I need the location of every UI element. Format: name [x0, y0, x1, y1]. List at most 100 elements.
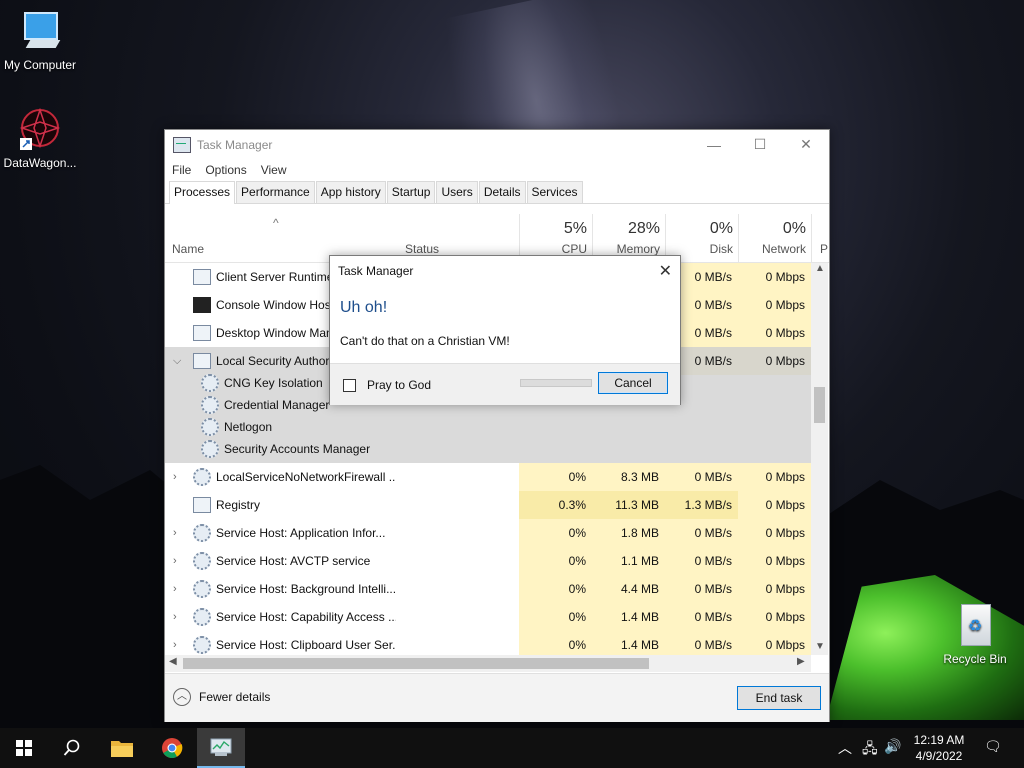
tab-processes[interactable]: Processes [169, 181, 236, 204]
expand-chevron-icon[interactable]: › [173, 555, 177, 567]
column-header-network[interactable]: 0% Network [738, 214, 812, 262]
gear-icon [193, 636, 211, 654]
vertical-scrollbar[interactable]: ▲ ▼ [811, 263, 828, 655]
column-header-name[interactable]: Name [172, 242, 204, 256]
network-cell: 0 Mbps [738, 463, 811, 491]
desktop-icon-datawagon[interactable]: DataWagon... [0, 107, 80, 170]
gear-icon [201, 374, 219, 392]
tab-users[interactable]: Users [436, 181, 478, 203]
maximize-button[interactable]: ☐ [737, 130, 783, 159]
window-title: Task Manager [197, 137, 273, 152]
network-cell: 0 Mbps [738, 519, 811, 547]
tab-strip: Processes Performance App history Startu… [165, 181, 829, 204]
network-icon[interactable]: 🖧 [862, 738, 878, 762]
process-name: Service Host: AVCTP service [216, 554, 371, 568]
scroll-right-arrow-icon[interactable]: ▶ [797, 656, 805, 667]
task-manager-taskbar-button[interactable] [197, 728, 245, 768]
search-button[interactable] [48, 728, 96, 768]
expand-chevron-icon[interactable]: › [173, 639, 177, 651]
end-task-button[interactable]: End task [737, 686, 821, 710]
cpu-cell: 0% [519, 463, 592, 491]
network-percent: 0% [782, 220, 806, 237]
tab-startup[interactable]: Startup [386, 181, 436, 203]
gear-icon [201, 396, 219, 414]
close-button[interactable]: ✕ [783, 130, 829, 159]
table-row[interactable]: › Service Host: Application Infor... 0% … [165, 519, 811, 547]
error-dialog: Task Manager ✕ Uh oh! Can't do that on a… [329, 255, 681, 405]
console-icon [193, 297, 211, 313]
pray-checkbox[interactable] [343, 379, 356, 392]
table-row[interactable]: Registry 0.3% 11.3 MB 1.3 MB/s 0 Mbps [165, 491, 811, 519]
volume-icon[interactable]: 🔊 [884, 738, 901, 755]
table-row[interactable]: › LocalServiceNoNetworkFirewall ... 0% 8… [165, 463, 811, 491]
notifications-icon[interactable]: 🗨 [984, 738, 1002, 755]
clock[interactable]: 12:19 AM 4/9/2022 [904, 732, 974, 764]
vertical-scroll-thumb[interactable] [814, 387, 825, 423]
disk-cell: 0 MB/s [665, 631, 738, 657]
network-label: Network [761, 242, 806, 256]
collapse-chevron-icon[interactable]: ⌵ [173, 355, 181, 368]
desktop-icon-label: My Computer [3, 58, 77, 72]
tab-services[interactable]: Services [526, 181, 583, 203]
expand-chevron-icon[interactable]: › [173, 527, 177, 539]
list-item[interactable]: Netlogon [165, 416, 811, 438]
folder-icon [111, 741, 133, 757]
process-name: Service Host: Capability Access ... [216, 610, 396, 624]
expand-chevron-icon[interactable]: › [173, 471, 177, 483]
chevron-up-icon: ︿ [173, 688, 191, 706]
tab-app-history[interactable]: App history [315, 181, 386, 203]
dialog-heading: Uh oh! [340, 299, 388, 316]
desktop-icon-label: DataWagon... [3, 156, 77, 170]
table-row[interactable]: › Service Host: AVCTP service 0% 1.1 MB … [165, 547, 811, 575]
column-header-power[interactable]: P [811, 214, 830, 262]
desktop-icon-recycle-bin[interactable]: ♻ Recycle Bin [935, 604, 1015, 666]
cpu-cell: 0.3% [519, 491, 592, 519]
table-row[interactable]: › Service Host: Background Intelli... 0%… [165, 575, 811, 603]
process-name: Service Host: Background Intelli... [216, 582, 396, 596]
memory-cell: 8.3 MB [592, 463, 665, 491]
pray-checkbox-label[interactable]: Pray to God [367, 378, 431, 392]
service-name: Security Accounts Manager [224, 442, 371, 456]
minimize-button[interactable]: — [691, 130, 737, 159]
chevron-up-icon[interactable]: ︿ [838, 738, 852, 758]
menu-view[interactable]: View [261, 163, 287, 177]
task-manager-window: Task Manager — ☐ ✕ File Options View Pro… [164, 129, 830, 722]
menu-options[interactable]: Options [205, 163, 246, 177]
desktop-icon-my-computer[interactable]: My Computer [0, 10, 80, 72]
network-cell: 0 Mbps [738, 491, 811, 519]
expand-chevron-icon[interactable]: › [173, 611, 177, 623]
fewer-details-button[interactable]: ︿ Fewer details [173, 688, 270, 706]
table-row[interactable]: › Service Host: Clipboard User Ser... 0%… [165, 631, 811, 657]
tab-details[interactable]: Details [478, 181, 526, 203]
scroll-down-arrow-icon[interactable]: ▼ [815, 641, 825, 652]
list-item[interactable]: Security Accounts Manager [165, 438, 811, 460]
recycle-bin-icon: ♻ [953, 604, 997, 648]
tab-performance[interactable]: Performance [236, 181, 315, 203]
expand-chevron-icon[interactable]: › [173, 583, 177, 595]
menu-file[interactable]: File [172, 163, 191, 177]
disk-cell: 1.3 MB/s [665, 491, 738, 519]
table-row[interactable]: › Service Host: Capability Access ... 0%… [165, 603, 811, 631]
memory-cell: 11.3 MB [592, 491, 665, 519]
start-button[interactable] [0, 728, 48, 768]
horizontal-scroll-thumb[interactable] [183, 658, 649, 669]
network-cell: 0 Mbps [738, 631, 811, 657]
horizontal-scrollbar[interactable]: ◀ ▶ [165, 655, 811, 672]
scroll-left-arrow-icon[interactable]: ◀ [169, 656, 177, 667]
process-name: Service Host: Application Infor... [216, 526, 386, 540]
chrome-button[interactable] [148, 728, 196, 768]
disk-cell: 0 MB/s [665, 463, 738, 491]
scroll-up-arrow-icon[interactable]: ▲ [815, 263, 825, 274]
file-explorer-button[interactable] [98, 728, 146, 768]
column-header-status[interactable]: Status [405, 242, 439, 256]
service-name: Netlogon [224, 420, 273, 434]
dialog-close-icon[interactable]: ✕ [659, 261, 672, 281]
network-cell: 0 Mbps [738, 291, 811, 319]
title-bar[interactable]: Task Manager — ☐ ✕ [165, 130, 829, 159]
gear-icon [193, 468, 211, 486]
datawagon-shortcut-icon [18, 107, 62, 152]
cancel-button[interactable]: Cancel [598, 372, 668, 394]
cpu-cell: 0% [519, 603, 592, 631]
dialog-footer: Pray to God Cancel [330, 363, 680, 405]
task-manager-icon [210, 738, 232, 756]
